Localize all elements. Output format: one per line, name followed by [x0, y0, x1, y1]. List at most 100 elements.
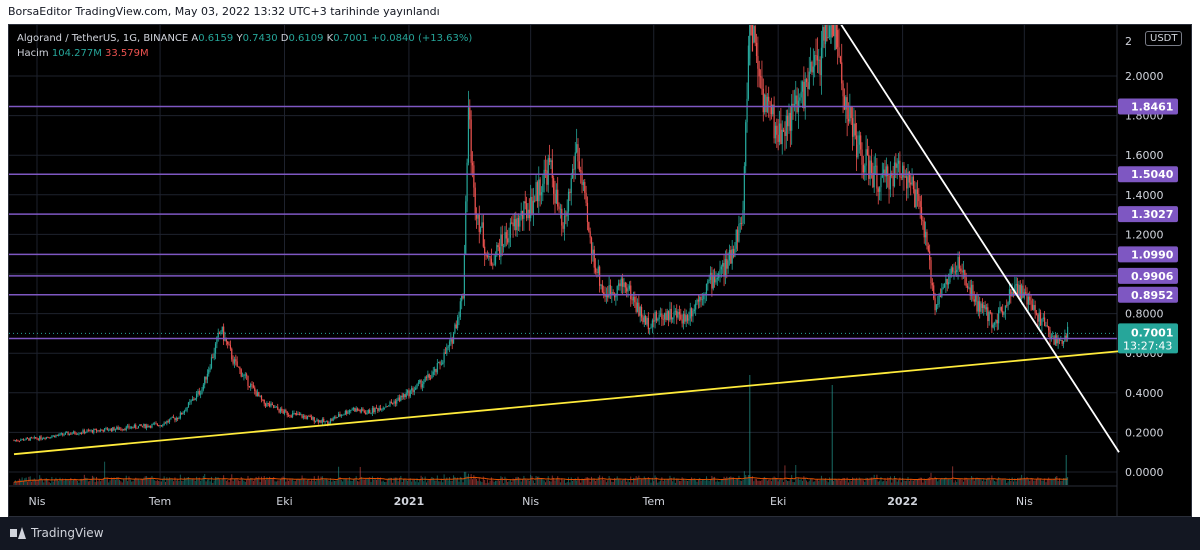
candle-body: [883, 169, 885, 174]
x-tick-label: 2021: [394, 495, 425, 508]
candle-body: [530, 196, 532, 219]
candle-body: [366, 412, 368, 415]
candle-body: [32, 437, 34, 439]
candle-body: [260, 395, 263, 400]
candle-body: [457, 317, 459, 329]
volume-bar: [967, 479, 969, 485]
candle-body: [627, 288, 629, 292]
volume-bar: [881, 481, 883, 485]
volume-bar: [373, 479, 375, 485]
volume-bar: [638, 475, 640, 485]
candle-body: [965, 277, 967, 286]
candle-body: [132, 426, 134, 428]
countdown-label: 13:27:43: [1123, 339, 1172, 352]
volume-bar: [436, 475, 438, 485]
candle-body: [360, 408, 363, 412]
candle-body: [81, 432, 83, 434]
candle-body: [254, 387, 256, 392]
candle-body: [705, 283, 708, 294]
volume-bar: [562, 480, 564, 485]
candle-body: [880, 177, 882, 188]
candle-body: [815, 55, 817, 56]
volume-bar: [551, 475, 553, 485]
volume-bar: [649, 478, 651, 485]
candle-body: [442, 362, 444, 364]
candle-body: [834, 25, 836, 51]
candle-body: [757, 56, 759, 69]
volume-bar: [861, 479, 863, 485]
volume-bar: [806, 480, 808, 485]
trendline-resistance[interactable]: [830, 25, 1120, 453]
candle-body: [465, 201, 467, 255]
tradingview-brand[interactable]: TradingView: [10, 526, 104, 540]
volume-bar: [267, 479, 269, 485]
candle-body: [162, 425, 164, 427]
volume-bar: [411, 481, 413, 485]
volume-bar: [547, 476, 549, 485]
candle-body: [532, 200, 534, 214]
volume-bar: [327, 479, 329, 485]
candle-body: [271, 403, 273, 405]
candle-body: [822, 26, 824, 48]
candle-body: [155, 423, 157, 425]
candle-body: [178, 418, 180, 419]
candlestick-chart[interactable]: 0.00000.20000.40000.60000.80001.00001.20…: [9, 25, 1191, 516]
candle-body: [792, 103, 794, 106]
chart-area[interactable]: 0.00000.20000.40000.60000.80001.00001.20…: [8, 24, 1192, 517]
candle-body: [482, 222, 484, 247]
candle-body: [630, 285, 632, 300]
candle-body: [747, 45, 750, 99]
volume-bar: [707, 480, 709, 485]
candle-body: [461, 296, 463, 302]
currency-selector-button[interactable]: USDT: [1145, 31, 1183, 46]
volume-bar: [121, 482, 123, 485]
candle-body: [51, 436, 53, 438]
candle-body: [941, 288, 943, 297]
candle-body: [622, 278, 624, 287]
candle-body: [952, 267, 954, 272]
candle-body: [849, 106, 851, 122]
candle-body: [292, 413, 294, 417]
close-value: 0.7001: [333, 33, 369, 44]
candle-body: [172, 416, 175, 418]
candle-body: [227, 341, 229, 344]
volume-bar: [726, 476, 728, 485]
candle-body: [168, 419, 171, 422]
candle-body: [812, 66, 814, 73]
volume-bar: [128, 476, 130, 485]
volume-bar: [140, 479, 142, 485]
candle-body: [182, 412, 184, 415]
volume-bar: [261, 476, 263, 485]
candle-body: [655, 312, 658, 321]
candle-body: [968, 287, 970, 289]
candle-body: [1002, 310, 1004, 315]
candle-body: [810, 61, 812, 72]
candle-body: [213, 353, 215, 358]
candle-body: [390, 401, 392, 404]
volume-bar: [907, 476, 909, 485]
volume-bar: [292, 479, 294, 485]
candle-body: [383, 407, 386, 409]
volume-bar: [181, 480, 183, 485]
volume-bar: [408, 478, 410, 485]
volume-bar: [254, 478, 256, 485]
volume-bar: [792, 481, 794, 485]
volume-bar: [323, 479, 325, 485]
candle-body: [670, 308, 672, 320]
volume-bar: [994, 481, 996, 485]
candle-body: [286, 411, 288, 415]
candle-body: [930, 260, 932, 283]
volume-bar: [503, 483, 505, 485]
candle-body: [851, 118, 854, 137]
candle-body: [312, 417, 314, 420]
candle-body: [1039, 312, 1042, 326]
candle-body: [1000, 307, 1002, 311]
tradingview-logo-icon: [10, 527, 26, 539]
candle-body: [170, 417, 172, 420]
volume-bar: [319, 480, 321, 485]
trendline-support[interactable]: [13, 350, 1120, 456]
candle-body: [373, 408, 375, 413]
volume-bar: [43, 482, 45, 485]
volume-bar: [811, 478, 813, 485]
candle-body: [924, 231, 927, 238]
